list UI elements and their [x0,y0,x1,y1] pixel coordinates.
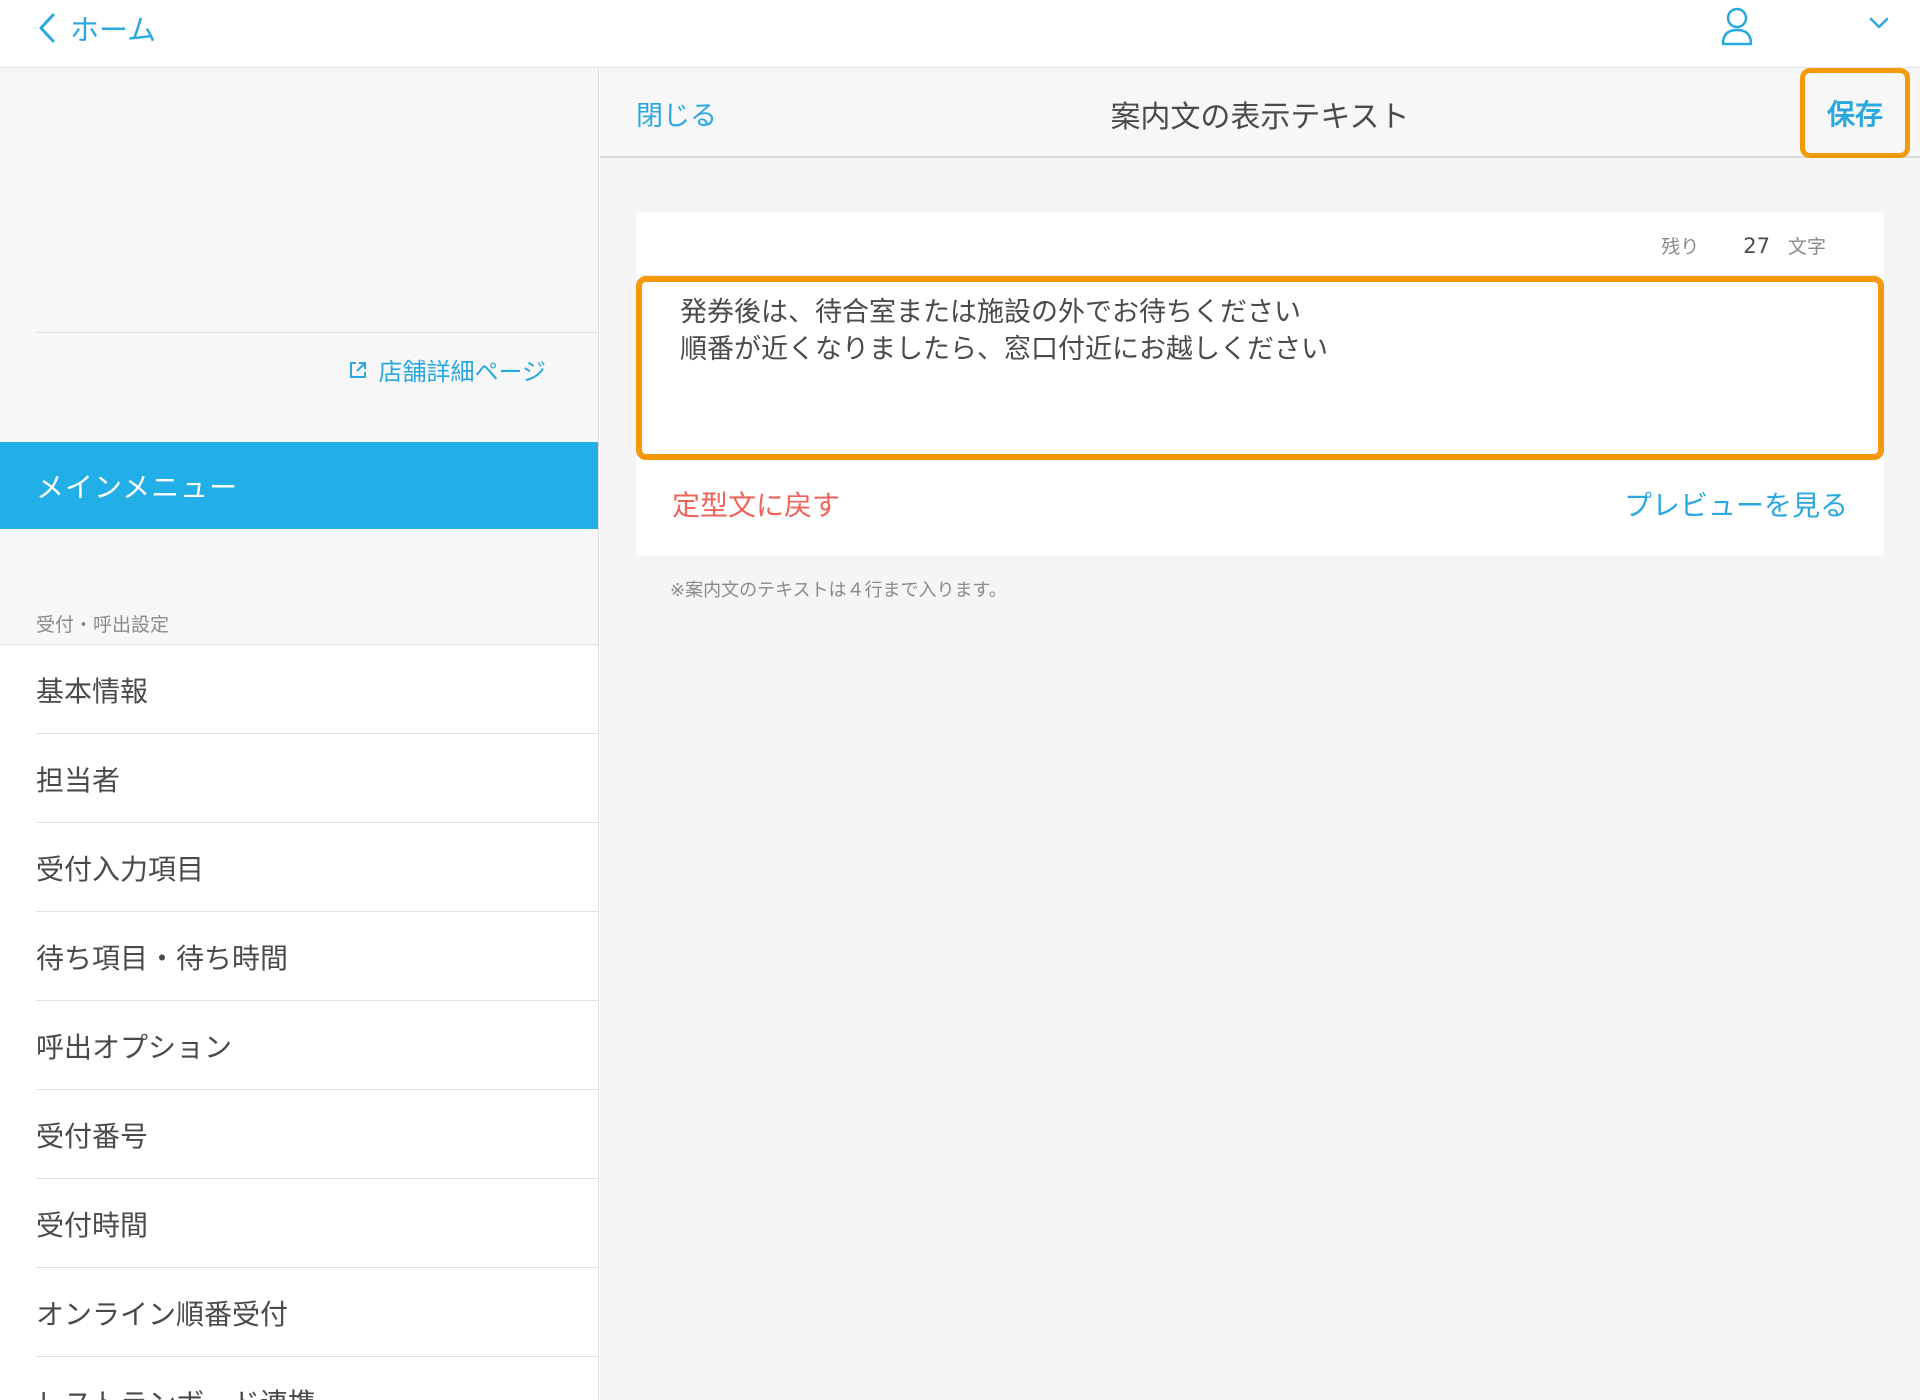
home-back-link[interactable]: ホーム [38,6,156,50]
unit-label: 文字 [1787,236,1826,258]
sidebar-divider [36,332,598,333]
store-detail-link[interactable]: 店舗詳細ページ [348,352,546,387]
sidebar-item-input-fields[interactable]: 受付入力項目 [0,823,598,912]
sidebar-item-hours[interactable]: 受付時間 [0,1179,598,1268]
remaining-label: 残り [1661,236,1700,258]
sidebar-item-main-menu[interactable]: メインメニュー [0,442,598,529]
chevron-down-icon[interactable] [1868,14,1890,32]
section-label: 受付・呼出設定 [36,614,170,636]
sidebar-item-online[interactable]: オンライン順番受付 [0,1268,598,1357]
preview-button[interactable]: プレビューを見る [1624,484,1848,524]
sidebar-item-basic-info[interactable]: 基本情報 [0,645,598,734]
guide-text-input[interactable]: 発券後は、待合室または施設の外でお待ちください 順番が近くなりましたら、窓口付近… [642,282,1878,454]
reset-template-button[interactable]: 定型文に戻す [672,484,840,524]
settings-menu-list: 基本情報 担当者 受付入力項目 待ち項目・待ち時間 呼出オプション 受付番号 受… [0,644,598,1400]
help-note: ※案内文のテキストは４行まで入ります。 [670,580,1007,601]
sidebar-item-staff[interactable]: 担当者 [0,734,598,823]
page-title: 案内文の表示テキスト [1110,100,1410,135]
user-icon[interactable] [1720,6,1754,46]
external-link-icon [350,361,367,378]
editor-card: 残り 27 文字 発券後は、待合室または施設の外でお待ちください 順番が近くなり… [636,212,1884,556]
store-detail-label: 店舗詳細ページ [378,358,546,386]
sidebar-item-call-options[interactable]: 呼出オプション [0,1001,598,1090]
sidebar-item-wait-items[interactable]: 待ち項目・待ち時間 [0,912,598,1001]
top-bar: ホーム [0,0,1920,68]
save-button[interactable]: 保存 [1800,68,1910,158]
text-input-frame: 発券後は、待合室または施設の外でお待ちください 順番が近くなりましたら、窓口付近… [636,276,1884,460]
char-counter: 残り 27 文字 [1661,232,1826,259]
sidebar: 店舗詳細ページ メインメニュー 受付・呼出設定 基本情報 担当者 受付入力項目 … [0,68,599,1400]
sidebar-item-restaurant-board[interactable]: レストランボード連携 [0,1357,598,1400]
content-header: 閉じる 案内文の表示テキスト 保存 [600,68,1920,158]
sidebar-item-ticket-number[interactable]: 受付番号 [0,1090,598,1179]
home-back-label: ホーム [70,13,157,47]
chevron-left-icon [39,13,55,43]
remaining-count: 27 [1743,234,1770,258]
content-pane: 閉じる 案内文の表示テキスト 保存 残り 27 文字 発券後は、待合室または施設… [600,68,1920,1400]
